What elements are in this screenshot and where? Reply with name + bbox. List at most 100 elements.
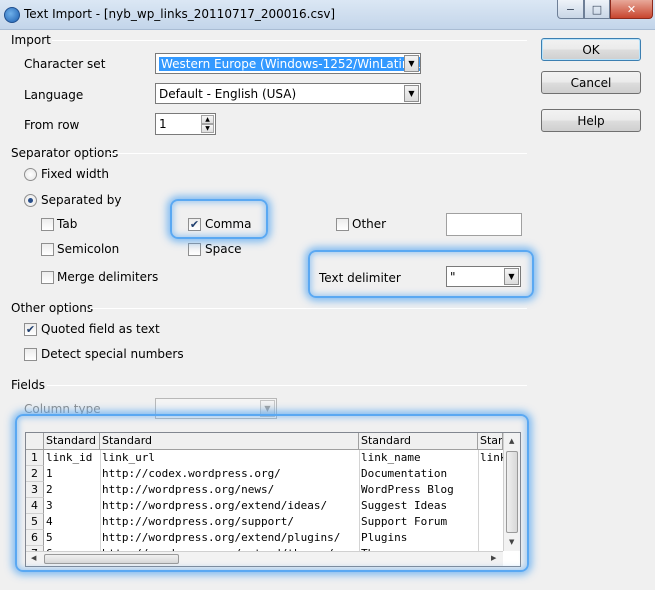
other-options-divider <box>90 308 527 309</box>
table-cell[interactable] <box>478 498 503 514</box>
import-section-title: Import <box>11 33 51 47</box>
spin-down-icon[interactable]: ▼ <box>201 124 214 133</box>
semicolon-label[interactable]: Semicolon <box>57 242 119 256</box>
space-label[interactable]: Space <box>205 242 242 256</box>
other-checkbox[interactable] <box>336 218 349 231</box>
language-select[interactable]: Default - English (USA) ▼ <box>155 83 421 104</box>
other-label[interactable]: Other <box>352 217 386 231</box>
semicolon-checkbox[interactable] <box>41 243 54 256</box>
chevron-down-icon[interactable]: ▼ <box>260 400 275 417</box>
text-delimiter-select[interactable]: " ▼ <box>446 266 521 287</box>
help-button[interactable]: Help <box>541 109 641 132</box>
scroll-thumb[interactable] <box>506 451 518 533</box>
table-cell[interactable]: http://wordpress.org/extend/ideas/ <box>100 498 359 514</box>
ok-button[interactable]: OK <box>541 38 641 61</box>
chevron-down-icon[interactable]: ▼ <box>404 55 419 72</box>
table-cell[interactable]: link <box>478 450 503 466</box>
separator-section-title: Separator options <box>11 146 119 160</box>
app-icon <box>4 7 20 23</box>
scroll-thumb[interactable] <box>44 554 179 564</box>
column-header[interactable]: Stan <box>478 433 503 450</box>
scroll-left-icon[interactable]: ◀ <box>31 554 36 562</box>
table-cell[interactable]: Support Forum <box>359 514 478 530</box>
row-number[interactable]: 1 <box>26 450 44 466</box>
table-cell[interactable]: 4 <box>44 514 100 530</box>
scroll-right-icon[interactable]: ▶ <box>491 554 496 562</box>
table-cell[interactable]: http://codex.wordpress.org/ <box>100 466 359 482</box>
detect-numbers-label[interactable]: Detect special numbers <box>41 347 184 361</box>
text-delimiter-value: " <box>450 269 456 284</box>
tab-label[interactable]: Tab <box>57 217 77 231</box>
table-cell[interactable]: http://wordpress.org/support/ <box>100 514 359 530</box>
preview-grid[interactable]: Standard Standard Standard Stan 1 link_id… <box>25 432 521 567</box>
comma-label[interactable]: Comma <box>205 217 251 231</box>
horizontal-scrollbar[interactable]: ◀ ▶ <box>26 551 503 566</box>
detect-numbers-checkbox[interactable] <box>24 348 37 361</box>
quoted-field-label[interactable]: Quoted field as text <box>41 322 160 336</box>
charset-label: Character set <box>24 57 106 71</box>
table-cell[interactable]: WordPress Blog <box>359 482 478 498</box>
column-header[interactable]: Standard <box>100 433 359 450</box>
quoted-field-checkbox[interactable]: ✔ <box>24 323 37 336</box>
fixed-width-radio[interactable] <box>24 168 37 181</box>
fields-divider <box>47 385 527 386</box>
column-type-select[interactable]: ▼ <box>155 398 277 419</box>
table-cell[interactable]: 1 <box>44 466 100 482</box>
table-cell[interactable]: Suggest Ideas <box>359 498 478 514</box>
merge-delimiters-label[interactable]: Merge delimiters <box>57 270 158 284</box>
charset-select[interactable]: Western Europe (Windows-1252/WinLatin 1)… <box>155 53 421 74</box>
other-input[interactable] <box>446 213 522 236</box>
vertical-scrollbar[interactable]: ▲ ▼ <box>503 433 520 551</box>
table-cell[interactable]: http://wordpress.org/extend/plugins/ <box>100 530 359 546</box>
table-cell[interactable]: Documentation <box>359 466 478 482</box>
separator-divider <box>108 153 527 154</box>
title-bar: Text Import - [nyb_wp_links_20110717_200… <box>0 0 655 30</box>
table-cell[interactable]: http://wordpress.org/news/ <box>100 482 359 498</box>
language-label: Language <box>24 88 84 102</box>
other-options-section-title: Other options <box>11 301 94 315</box>
row-number[interactable]: 3 <box>26 482 44 498</box>
minimize-button[interactable]: − <box>557 0 584 19</box>
table-cell[interactable] <box>478 530 503 546</box>
scroll-up-icon[interactable]: ▲ <box>509 437 514 445</box>
language-value: Default - English (USA) <box>159 86 297 101</box>
table-cell[interactable] <box>478 466 503 482</box>
separated-by-radio[interactable] <box>24 194 37 207</box>
tab-checkbox[interactable] <box>41 218 54 231</box>
table-cell[interactable] <box>478 514 503 530</box>
from-row-label: From row <box>24 118 80 132</box>
column-header[interactable]: Standard <box>44 433 100 450</box>
space-checkbox[interactable] <box>188 243 201 256</box>
spin-up-icon[interactable]: ▲ <box>201 115 214 124</box>
maximize-button[interactable]: □ <box>584 0 610 19</box>
close-button[interactable]: ✕ <box>610 0 653 19</box>
comma-checkbox[interactable]: ✔ <box>188 218 201 231</box>
column-header[interactable]: Standard <box>359 433 478 450</box>
table-cell[interactable]: 3 <box>44 498 100 514</box>
separated-by-label[interactable]: Separated by <box>41 193 122 207</box>
fixed-width-label[interactable]: Fixed width <box>41 167 109 181</box>
chevron-down-icon[interactable]: ▼ <box>504 268 519 285</box>
grid-corner <box>26 433 44 450</box>
from-row-stepper[interactable]: 1 ▲ ▼ <box>155 113 216 135</box>
row-number[interactable]: 4 <box>26 498 44 514</box>
row-number[interactable]: 6 <box>26 530 44 546</box>
column-type-label: Column type <box>24 402 101 416</box>
window-title: Text Import - [nyb_wp_links_20110717_200… <box>24 7 336 21</box>
table-cell[interactable]: 2 <box>44 482 100 498</box>
table-cell[interactable]: link_name <box>359 450 478 466</box>
merge-delimiters-checkbox[interactable] <box>41 271 54 284</box>
table-cell[interactable]: 5 <box>44 530 100 546</box>
chevron-down-icon[interactable]: ▼ <box>404 85 419 102</box>
scroll-down-icon[interactable]: ▼ <box>509 538 514 546</box>
table-cell[interactable]: link_id <box>44 450 100 466</box>
row-number[interactable]: 2 <box>26 466 44 482</box>
table-cell[interactable]: link_url <box>100 450 359 466</box>
charset-value: Western Europe (Windows-1252/WinLatin 1) <box>159 56 420 71</box>
row-number[interactable]: 5 <box>26 514 44 530</box>
table-cell[interactable]: Plugins <box>359 530 478 546</box>
import-divider <box>52 40 527 41</box>
from-row-value[interactable]: 1 <box>159 117 167 131</box>
cancel-button[interactable]: Cancel <box>541 71 641 94</box>
table-cell[interactable] <box>478 482 503 498</box>
